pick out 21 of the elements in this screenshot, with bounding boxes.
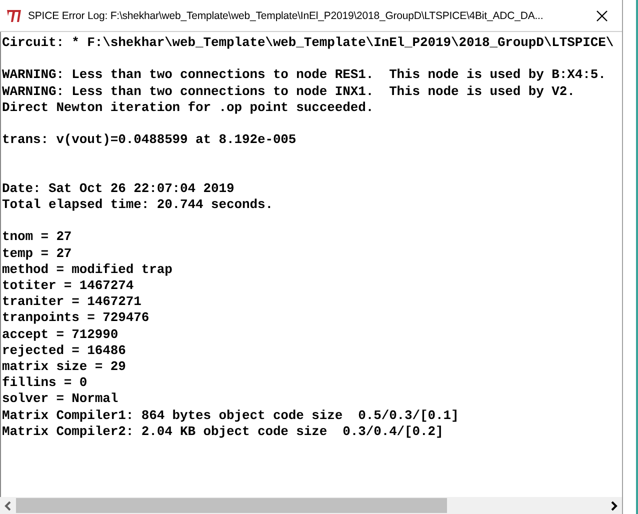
- log-line: fillins = 0: [2, 375, 88, 392]
- log-line: totiter = 1467274: [2, 278, 134, 294]
- window-title: SPICE Error Log: F:\shekhar\web_Template\web_Template\InEl_P2019\2018_GroupD\LTSPICE\4Bit_ADC_DA...: [28, 10, 544, 22]
- log-line: Total elapsed time: 20.744 seconds.: [2, 196, 273, 214]
- log-line: method = modified trap: [2, 262, 172, 278]
- log-line: matrix size = 29: [2, 359, 126, 376]
- log-line: Circuit: * F:\shekhar\web_Template\web_Template\InEl_P2019\2018_GroupD\LTSPICE\: [2, 35, 614, 52]
- log-line: Direct Newton iteration for .op point succeeded.: [2, 100, 374, 116]
- log-line: WARNING: Less than two connections to node RES1. This node is used by B:X4:5.: [2, 67, 606, 84]
- log-line: trans: v(vout)=0.0488599 at 8.192e-005: [2, 132, 296, 148]
- log-line: accept = 712990: [2, 326, 118, 343]
- log-line: traniter = 1467271: [2, 294, 142, 310]
- log-line: Matrix Compiler1: 864 bytes object code size 0.5/0.3/[0.1]: [2, 408, 459, 424]
- log-line: Date: Sat Oct 26 22:07:04 2019: [2, 180, 234, 197]
- log-line: rejected = 16486: [2, 342, 126, 359]
- log-line: temp = 27: [2, 246, 72, 262]
- log-line: tnom = 27: [2, 229, 72, 246]
- log-line: WARNING: Less than two connections to node INX1. This node is used by V2.: [2, 84, 575, 100]
- log-line: Matrix Compiler2: 2.04 KB object code size 0.3/0.4/[0.2]: [2, 424, 444, 440]
- log-line: tranpoints = 729476: [2, 310, 150, 327]
- log-line: solver = Normal: [2, 391, 118, 408]
